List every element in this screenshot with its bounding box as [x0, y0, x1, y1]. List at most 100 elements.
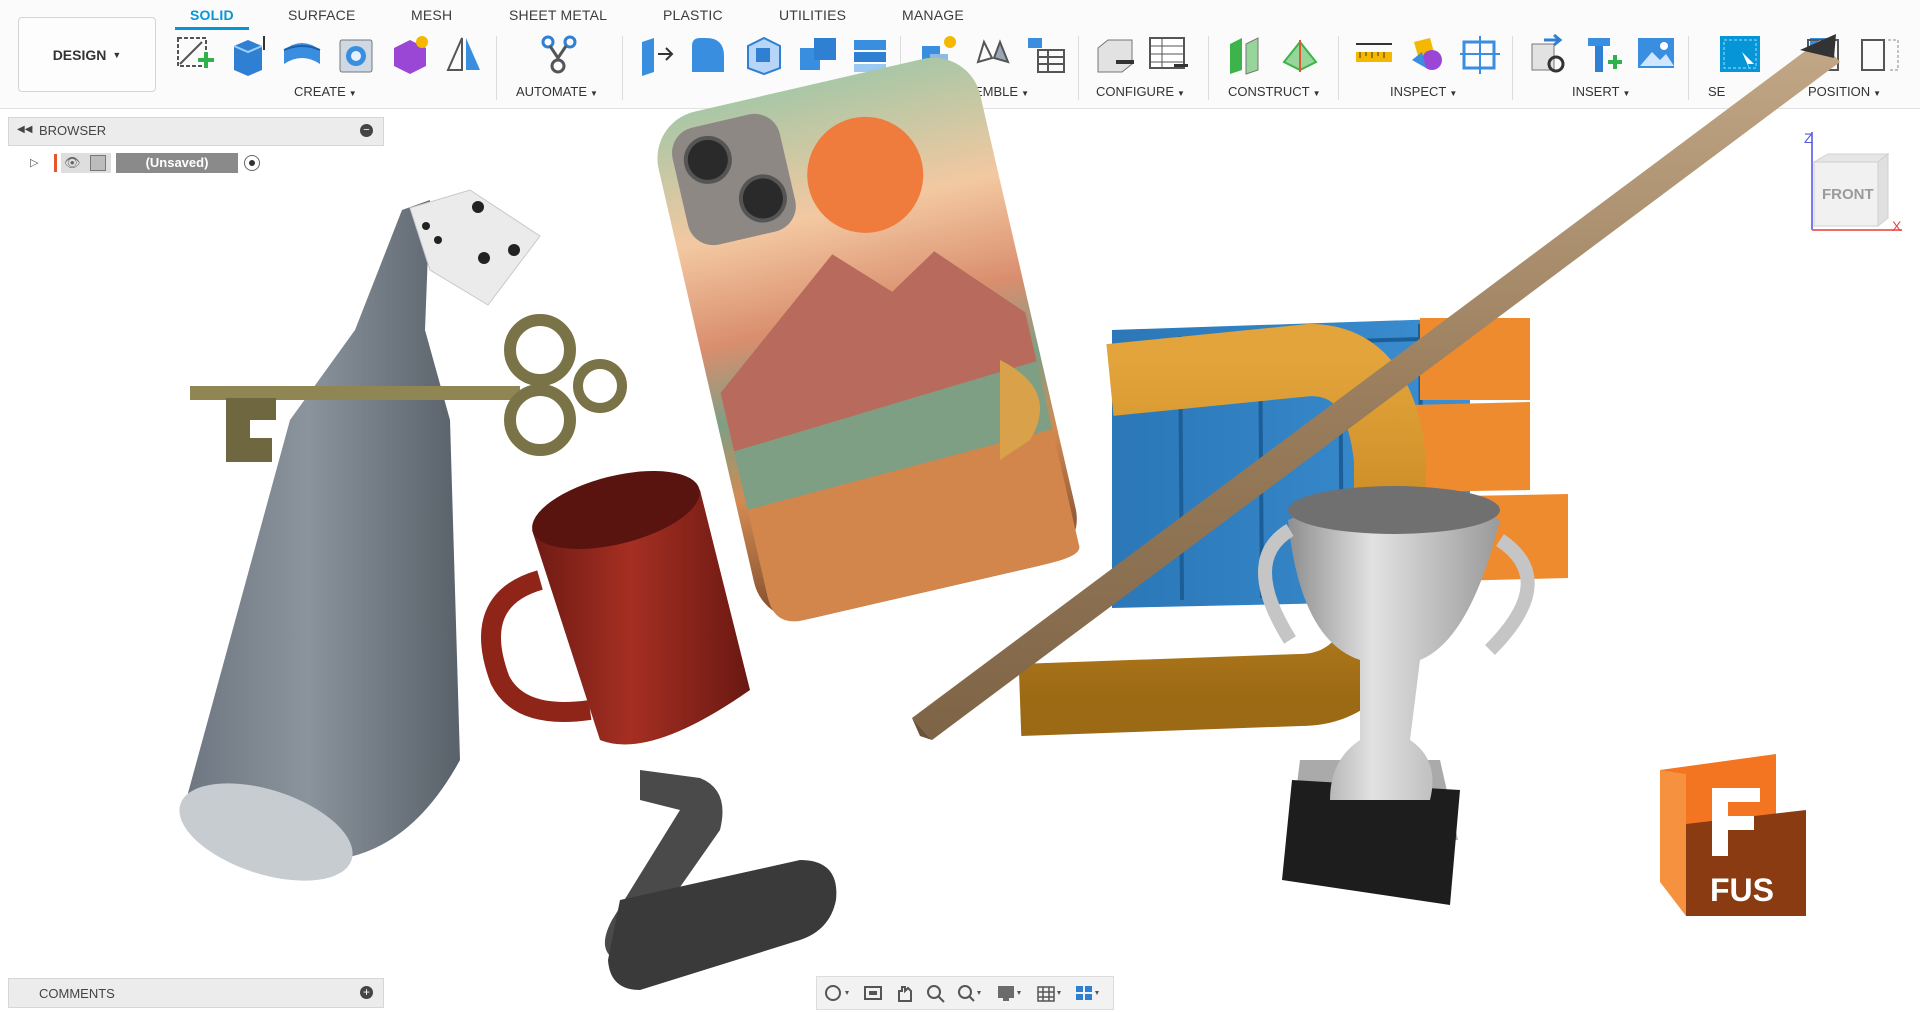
toolbar-divider [496, 36, 497, 100]
collapse-panel-icon[interactable]: ◀◀ [17, 124, 32, 135]
chevron-down-icon: ▼ [590, 89, 598, 98]
viewports-icon[interactable] [1073, 983, 1101, 1003]
browser-tree-root[interactable]: ▷ 👁 (Unsaved) [26, 152, 260, 176]
interference-icon[interactable] [1404, 32, 1448, 76]
expand-comments-button[interactable]: + [360, 986, 373, 999]
create-sketch-icon[interactable] [172, 32, 216, 76]
chevron-down-icon: ▼ [1449, 89, 1458, 98]
z-axis-label: Z [1804, 130, 1813, 146]
group-construct-label: CONSTRUCT [1228, 84, 1310, 99]
active-tab-indicator [175, 27, 249, 30]
grid-settings-icon[interactable] [1035, 983, 1063, 1003]
hole-icon[interactable] [334, 32, 378, 76]
workspace-switcher-button[interactable]: DESIGN ▼ [18, 17, 156, 92]
toolbar-divider [1078, 36, 1079, 100]
automate-icon[interactable] [536, 32, 580, 76]
zoom-icon[interactable] [923, 983, 951, 1003]
select-icon[interactable] [1718, 32, 1762, 76]
group-position[interactable]: POSITION ▼ [1808, 84, 1881, 99]
shell-icon[interactable] [742, 32, 786, 76]
insert-mcmaster-icon[interactable] [1580, 32, 1624, 76]
tab-mesh[interactable]: MESH [411, 7, 452, 23]
pan-hand-icon[interactable] [891, 983, 919, 1003]
section-analysis-icon[interactable] [1458, 32, 1502, 76]
toolbar-divider [900, 36, 901, 100]
mirror-icon[interactable] [442, 32, 486, 76]
fit-zoom-icon[interactable] [955, 983, 983, 1003]
plane-at-angle-icon[interactable] [1278, 32, 1322, 76]
chevron-down-icon: ▼ [1177, 89, 1185, 98]
scale-icon[interactable] [848, 32, 892, 76]
display-settings-icon[interactable] [995, 983, 1023, 1003]
fillet-icon[interactable] [686, 32, 730, 76]
group-insert-label: INSERT [1572, 84, 1620, 99]
chevron-down-icon: ▼ [1873, 89, 1882, 98]
workspace-label: DESIGN [52, 46, 107, 63]
look-at-icon[interactable] [859, 983, 887, 1003]
active-indicator [54, 154, 57, 172]
orbit-icon[interactable] [823, 983, 851, 1003]
group-automate[interactable]: AUTOMATE ▼ [516, 84, 598, 99]
viewcube[interactable]: FRONT Z X [1784, 130, 1904, 240]
navigation-bar [816, 976, 1114, 1010]
revert-position-icon[interactable] [1858, 32, 1902, 76]
chevron-down-icon: ▼ [1312, 89, 1321, 98]
toolbar-divider [1208, 36, 1209, 100]
insert-canvas-icon[interactable] [1634, 32, 1678, 76]
combine-icon[interactable] [796, 32, 840, 76]
group-insert[interactable]: INSERT ▼ [1572, 84, 1630, 99]
group-create[interactable]: CREATE ▼ [294, 84, 357, 99]
tab-manage[interactable]: MANAGE [902, 7, 964, 23]
expand-caret-icon[interactable]: ▷ [30, 156, 38, 169]
group-select-label: SE [1708, 84, 1726, 99]
group-inspect-label: INSPECT [1390, 84, 1447, 99]
offset-plane-icon[interactable] [1224, 32, 1268, 76]
tab-surface[interactable]: SURFACE [288, 7, 356, 23]
form-icon[interactable] [388, 32, 432, 76]
group-automate-label: AUTOMATE [516, 84, 588, 99]
toolbar-divider [622, 36, 623, 100]
configuration-table-icon[interactable] [1146, 32, 1190, 76]
x-axis-label: X [1892, 218, 1902, 234]
toolbar-divider [1338, 36, 1339, 100]
group-select[interactable]: SE [1708, 84, 1725, 99]
browser-panel: ◀◀ BROWSER − [8, 117, 384, 146]
extrude-icon[interactable] [226, 32, 270, 76]
insert-derive-icon[interactable] [1526, 32, 1570, 76]
chevron-down-icon: ▼ [348, 89, 357, 98]
group-configure[interactable]: CONFIGURE ▼ [1096, 84, 1185, 99]
tab-plastic[interactable]: PLASTIC [663, 7, 723, 23]
bill-of-materials-icon[interactable] [1024, 32, 1068, 76]
group-inspect[interactable]: INSPECT ▼ [1390, 84, 1457, 99]
capture-position-icon[interactable] [1804, 32, 1848, 76]
revolve-icon[interactable] [280, 32, 324, 76]
group-construct[interactable]: CONSTRUCT ▼ [1228, 84, 1321, 99]
group-assemble-label: ASSEMBLE [948, 84, 1019, 99]
toolbar-divider [1688, 36, 1689, 100]
press-pull-icon[interactable] [634, 32, 678, 76]
configure-icon[interactable] [1092, 32, 1136, 76]
chevron-down-icon: ▼ [1622, 89, 1631, 98]
viewcube-face-label[interactable]: FRONT [1822, 186, 1874, 203]
tab-utilities[interactable]: UTILITIES [779, 7, 846, 23]
minimize-panel-button[interactable]: − [360, 124, 373, 137]
chevron-down-icon: ▼ [1021, 89, 1030, 98]
tab-sheet-metal[interactable]: SHEET METAL [509, 7, 607, 23]
group-assemble[interactable]: ASSEMBLE ▼ [948, 84, 1029, 99]
new-component-icon[interactable] [916, 32, 960, 76]
viewport-scene [179, 34, 1840, 990]
document-name[interactable]: (Unsaved) [116, 153, 238, 173]
comments-panel: COMMENTS + [8, 978, 384, 1008]
measure-icon[interactable] [1352, 32, 1396, 76]
joint-icon[interactable] [970, 32, 1014, 76]
fusion-logo-text: FUS [1710, 872, 1774, 908]
group-create-label: CREATE [294, 84, 346, 99]
component-icon [90, 155, 106, 171]
eye-icon[interactable]: 👁 [64, 155, 81, 171]
browser-title: BROWSER [39, 123, 107, 138]
toolbar-divider [1512, 36, 1513, 100]
group-position-label: POSITION [1808, 84, 1871, 99]
tab-solid[interactable]: SOLID [190, 7, 234, 23]
chevron-down-icon: ▼ [112, 49, 122, 60]
activate-radio-button[interactable] [244, 155, 260, 171]
